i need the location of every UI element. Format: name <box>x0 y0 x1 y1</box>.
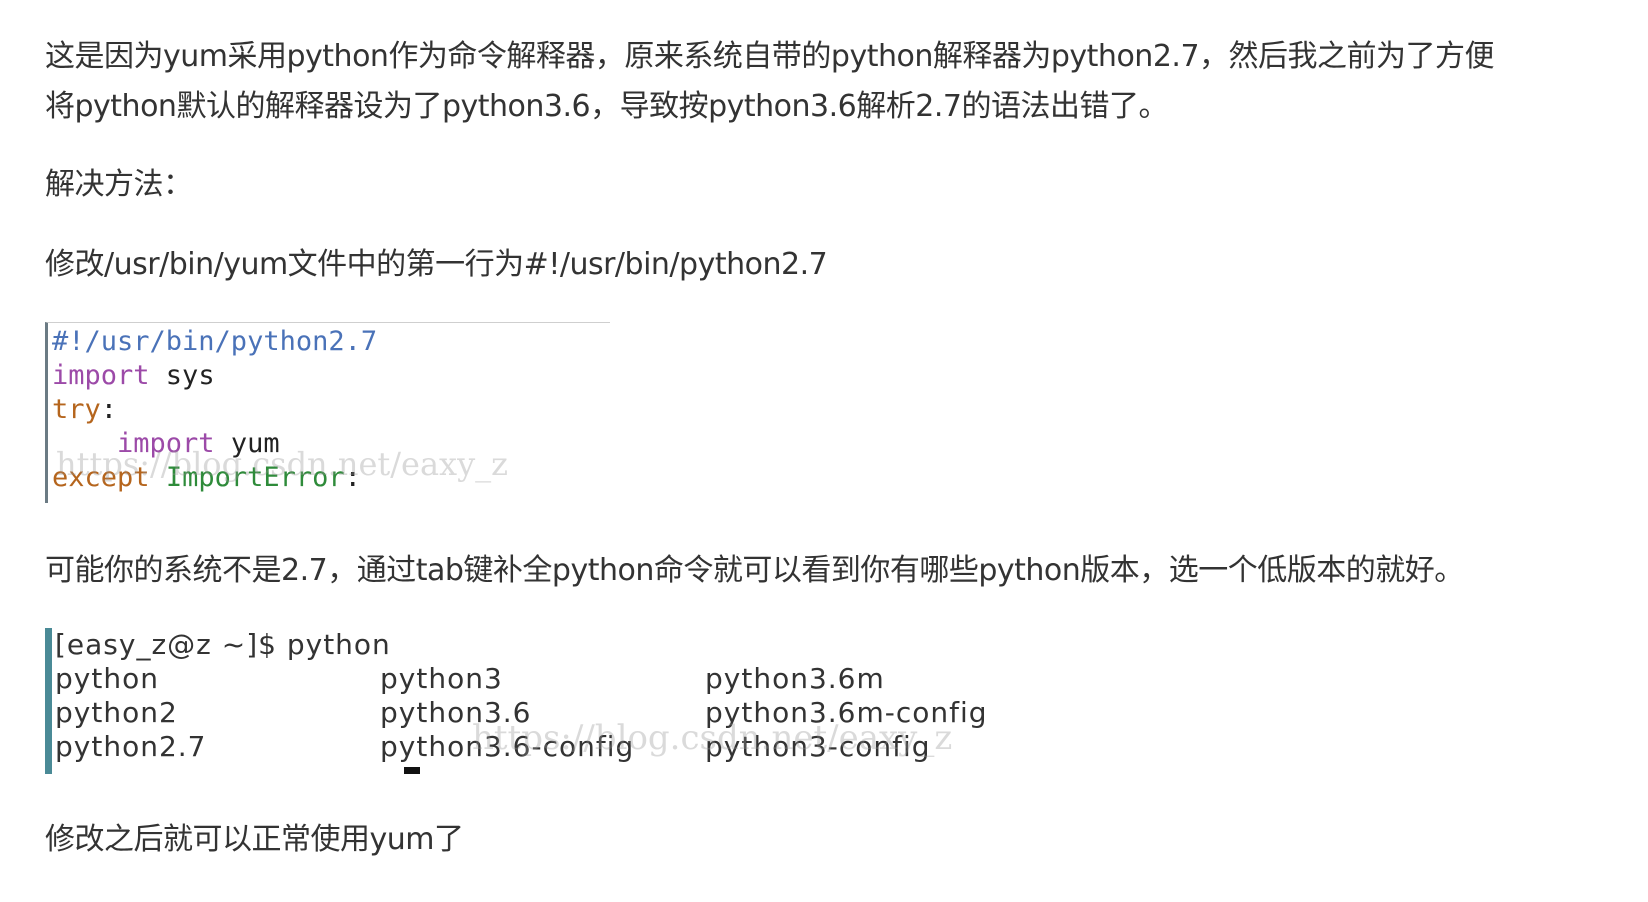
code-keyword: except <box>52 462 150 493</box>
code-keyword: try <box>52 394 101 425</box>
terminal-entry: python <box>55 662 159 695</box>
paragraph-conclusion: 修改之后就可以正常使用yum了 <box>45 822 464 857</box>
code-text: : <box>344 462 361 493</box>
terminal-cursor <box>404 767 420 774</box>
terminal-entry: python3 <box>380 662 503 695</box>
code-screenshot: #!/usr/bin/python2.7 import sys try: imp… <box>45 322 610 503</box>
code-line-except: except ImportError: <box>52 461 361 495</box>
terminal-entry: python3.6-config <box>380 730 635 763</box>
code-keyword: import <box>52 360 150 391</box>
terminal-entry: python2.7 <box>55 730 207 763</box>
code-text: sys <box>149 360 215 391</box>
paragraph-explanation: 这是因为yum采用python作为命令解释器，原来系统自带的python解释器为… <box>45 39 1495 124</box>
terminal-entry: python3.6m-config <box>705 696 988 729</box>
code-line-import-sys: import sys <box>52 359 215 393</box>
code-text: : <box>100 394 118 425</box>
paragraph-version-tip: 可能你的系统不是2.7，通过tab键补全python命令就可以看到你有哪些pyt… <box>45 553 1464 588</box>
terminal-screenshot: [easy_z@z ~]$ python python python2 pyth… <box>45 628 1032 774</box>
code-keyword: import <box>117 428 215 459</box>
code-line-try: try: <box>52 393 117 427</box>
terminal-prompt: [easy_z@z ~]$ python <box>55 628 391 661</box>
terminal-entry: python2 <box>55 696 178 729</box>
paragraph-fix-instruction: 修改/usr/bin/yum文件中的第一行为#!/usr/bin/python2… <box>45 247 828 282</box>
paragraph-solution-heading: 解决方法： <box>45 167 193 202</box>
terminal-entry: python3.6m <box>705 662 885 695</box>
code-class-name: ImportError <box>165 462 345 493</box>
code-text: yum <box>214 428 280 459</box>
terminal-entry: python3-config <box>705 730 931 763</box>
code-line-shebang: #!/usr/bin/python2.7 <box>52 326 378 357</box>
code-line-import-yum: import yum <box>52 427 280 461</box>
terminal-entry: python3.6 <box>380 696 532 729</box>
